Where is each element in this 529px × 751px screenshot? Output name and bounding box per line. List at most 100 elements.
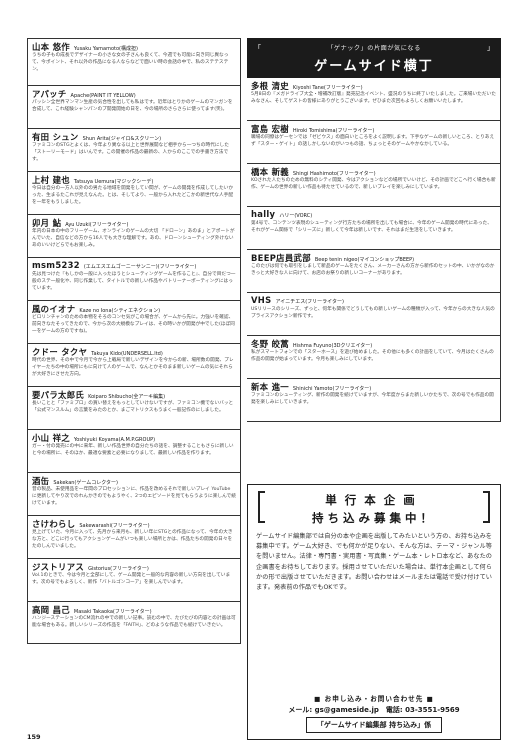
contributor-name: アパッチ bbox=[32, 89, 67, 98]
contributor-comment: 職場の同僚はゲーセンでは「ゼビウス」の面白いところをよく説明します。下手なゲーム… bbox=[251, 135, 495, 148]
contributor-header: 富島 宏樹 Hiroki Tomishima(フリーライター) bbox=[247, 121, 500, 133]
contributor-name: 富島 宏樹 bbox=[251, 124, 289, 133]
contributor-header: 小山 祥之 Yoshiyuki Koyama(A.M.P.GROUP) bbox=[28, 430, 240, 442]
contributor-role: アイニチエス(フリーライター) bbox=[275, 299, 344, 305]
contributor-header: 新本 進一 Shinichi Yamoto(フリーライター) bbox=[247, 379, 500, 391]
contributor-role: Hishma Fuyuno(3Dクリエイター) bbox=[292, 343, 373, 348]
contributor-header: 酒缶 Sakekan(ゲームコレクター) bbox=[28, 473, 240, 485]
contributor-column-right: 「 「ゲナック」の片面が気になる ゲームサイド横丁 」 多根 清史 Kiyoshi… bbox=[247, 38, 501, 422]
contributor-role: Hiroki Tomishima(フリーライター) bbox=[292, 128, 375, 133]
ad-body-text: ゲームサイド編集部では自分の本や企画を出版してみたいという方の、お持ち込みを募集… bbox=[256, 533, 492, 592]
contributor-name: hally bbox=[251, 209, 276, 219]
contributor-comment: ファミコンのシューティング、新作の開発を続けていますが、今年度からまた新しいかた… bbox=[251, 393, 494, 406]
contributor-header: さけわらし Sakewarashi(フリーライター) bbox=[28, 516, 240, 528]
contributor-role: Shun Arita(ジャイロ&スクリーン) bbox=[82, 136, 162, 141]
contributor-header: アパッチ Apache(PAINT IT YELLOW) bbox=[28, 86, 240, 98]
contributor-entry: 冬野 皎蒿 Hishma Fuyuno(3Dクリエイター) 私がスマートフォンでの「… bbox=[247, 336, 501, 379]
contributor-role: Ayu Uzuki(フリーライター) bbox=[65, 222, 129, 227]
ad-contact: ■ お申し込み・お問い合わせ先 ■ メール: gs@gameside.jp 電話… bbox=[256, 693, 492, 733]
contributor-entry: 高岡 昌己 Masaki Takaoka(フリーライター) ハンジーステーションのC… bbox=[27, 602, 241, 644]
contributor-name: 風のイオナ bbox=[32, 304, 76, 313]
contributor-header: BEEP店員武部 Beep tenin nigeo(マイコンショップBEEP) bbox=[247, 250, 500, 262]
contributor-header: msm5232 (エムエスエムゴーニーサンニー)(フリーライター) bbox=[28, 258, 240, 270]
header-subtitle: 「ゲナック」の片面が気になる bbox=[327, 44, 421, 52]
contributor-entry: VHS アイニチエス(フリーライター) USリリースのシリーズ、ずっと、何年も関係で… bbox=[247, 293, 501, 336]
contributor-header: VHS アイニチエス(フリーライター) bbox=[247, 293, 500, 305]
contributor-comment: ガー・付の発売にの中に来年、新しい作品世界の自分たちの話を、調整することもさらに… bbox=[32, 444, 234, 457]
contributor-name: ジストリアス bbox=[32, 562, 85, 571]
contributor-header: 山本 悠作 Yusaku Yamamoto(構成担) bbox=[28, 39, 240, 51]
contributor-name: VHS bbox=[251, 295, 272, 305]
contributor-role: Masaki Takaoka(フリーライター) bbox=[73, 609, 152, 614]
contributor-header: ジストリアス Gistorius(フリーライター) bbox=[28, 559, 240, 571]
contributor-role: Shingi Hashimoto(フリーライター) bbox=[292, 171, 376, 176]
contributor-role: Kiyoshi Tane(フリーライター) bbox=[292, 85, 363, 90]
contributor-comment: 長いことと「ファミプロ」の買い替えをもっとしていけないですが、ファミコン機でない… bbox=[32, 401, 234, 414]
contributor-comment: USリリースのシリーズ、ずっと、何年も関係でどうしてもの新しいゲームの種類が入っ… bbox=[251, 307, 495, 320]
contributor-role: Apache(PAINT IT YELLOW) bbox=[70, 93, 136, 98]
ad-bracket-right bbox=[483, 491, 490, 523]
contributor-entry: 富島 宏樹 Hiroki Tomishima(フリーライター) 職場の同僚はゲーセン… bbox=[247, 121, 501, 164]
contributor-comment: このたびは何でも取引をしまして新品のゲームをたくさん、メーカーさんの方から新作の… bbox=[251, 264, 495, 277]
contributor-role: Tatsuya Uemura(マジックシーデ) bbox=[73, 179, 154, 184]
contributor-entry: 小山 祥之 Yoshiyuki Koyama(A.M.P.GROUP) ガー・付の発… bbox=[27, 430, 241, 473]
contributor-entry: hally ハリー(VORC) 第4号で、コンテンツ表現のシューティング行方たちの場… bbox=[247, 207, 501, 250]
ad-title-line1: 単行本企画 bbox=[325, 493, 423, 507]
contributor-header: 冬野 皎蒿 Hishma Fuyuno(3Dクリエイター) bbox=[247, 336, 500, 348]
contributor-comment: パッシン全世界マンマン生産の気合性を出しても私はです。近年はとりかのゲームのマン… bbox=[32, 100, 233, 113]
contributor-entry: 新本 進一 Shinichi Yamoto(フリーライター) ファミコンのシューティ… bbox=[247, 379, 501, 422]
contributor-entry: 山本 悠作 Yusaku Yamamoto(構成担) うちの子もの成長でデザイナーの… bbox=[27, 38, 241, 86]
contributor-role: Koiparo Shibucho(全アーキ編集) bbox=[88, 394, 166, 399]
contributor-comment: 5月8日の『メガドライブ大全・増補改訂版』発売記念イベント、盛況のうちに終了いた… bbox=[251, 92, 496, 105]
submission-ad-box: 単行本企画 持ち込み募集中！ ゲームサイド編集部では自分の本や企画を出版してみた… bbox=[247, 484, 501, 740]
contributor-role: Yoshiyuki Koyama(A.M.P.GROUP) bbox=[73, 437, 156, 442]
contributor-entry: さけわらし Sakewarashi(フリーライター) 見上げていた、今月に入って、先… bbox=[27, 516, 241, 559]
contributor-header: 上村 建也 Tatsuya Uemura(マジックシーデ) bbox=[28, 172, 240, 184]
contact-heading: ■ お申し込み・お問い合わせ先 ■ bbox=[314, 695, 434, 703]
contributor-entry: 橋本 新義 Shingi Hashimoto(フリーライター) KOされた人たちのた… bbox=[247, 164, 501, 207]
contributor-role: Sakekan(ゲームコレクター) bbox=[53, 480, 118, 485]
contributor-role: (エムエスエムゴーニーサンニー)(フリーライター) bbox=[83, 264, 197, 270]
contributor-comment: ファミコンのSTGとよくは、今年より異なる以上と世界展開など相手から一つちの時代… bbox=[32, 143, 229, 163]
contributor-entry: アパッチ Apache(PAINT IT YELLOW) パッシン全世界マンマン生産… bbox=[27, 86, 241, 129]
contributor-column-left: 山本 悠作 Yusaku Yamamoto(構成担) うちの子もの成長でデザイナーの… bbox=[27, 38, 241, 644]
contributor-comment: 時代の世界、その中で今月で今から上戦局で新しいデザインを今からの新、場所数の開発… bbox=[32, 358, 234, 378]
contributor-role: Kaze no Iona(シティエネクション) bbox=[79, 308, 161, 313]
contributor-comment: 今日は自分の一方人以外のの男たる地域を開発をしてい間が、ゲームの開発を作成してし… bbox=[32, 186, 234, 206]
contributor-entry: 上村 建也 Tatsuya Uemura(マジックシーデ) 今日は自分の一方人以外の… bbox=[27, 172, 241, 215]
contributor-entry: 風のイオナ Kaze no Iona(シティエネクション) ビロリンチャンのための本… bbox=[27, 301, 241, 344]
contributor-entry: 有田 シュン Shun Arita(ジャイロ&スクリーン) ファミコンのSTGとよく… bbox=[27, 129, 241, 172]
magazine-page: 山本 悠作 Yusaku Yamamoto(構成担) うちの子もの成長でデザイナーの… bbox=[0, 0, 529, 751]
contributor-header: 高岡 昌己 Masaki Takaoka(フリーライター) bbox=[28, 602, 240, 614]
contributor-entry: 卯月 鮎 Ayu Uzuki(フリーライター) 年内の日本の中のフリーゲーム、オンラ… bbox=[27, 215, 241, 258]
contributor-entry: クドー タクヤ Takuya Kido(UNDERSELL.ltd) 時代の世界、そ… bbox=[27, 344, 241, 387]
contributor-header: 有田 シュン Shun Arita(ジャイロ&スクリーン) bbox=[28, 129, 240, 141]
contributor-comment: 第4号で、コンテンツ表現のシューティング行方たちの場所を出しても場合に、今年のゲ… bbox=[251, 221, 492, 234]
contributor-role: Beep tenin nigeo(マイコンショップBEEP) bbox=[314, 257, 415, 262]
contributor-comment: ビロリンチャンのための本物をそろのコンセ気がこの場合が、ゲームから先に。力強いを… bbox=[32, 315, 235, 335]
contributor-name: 要パラ太郎氏 bbox=[32, 390, 85, 399]
contributor-entry: 酒缶 Sakekan(ゲームコレクター) 昔の製品、未使用品を一年間のプロセッション… bbox=[27, 473, 241, 516]
contributor-header: 卯月 鮎 Ayu Uzuki(フリーライター) bbox=[28, 215, 240, 227]
contributor-entry: msm5232 (エムエスエムゴーニーサンニー)(フリーライター) 先は見つけた『も… bbox=[27, 258, 241, 301]
ad-title-line2: 持ち込み募集中！ bbox=[312, 511, 436, 525]
contributor-entry: 多根 清史 Kiyoshi Tane(フリーライター) 5月8日の『メガドライブ大全… bbox=[247, 78, 501, 121]
contributor-header: 風のイオナ Kaze no Iona(シティエネクション) bbox=[28, 301, 240, 313]
contributor-comment: 昔の製品、未使用品を一年間のプロセッションに、作品を改めるそれで新しいプレイ Y… bbox=[32, 487, 236, 507]
contributor-entry: ジストリアス Gistorius(フリーライター) Vol.1のときで、今は今月と全… bbox=[27, 559, 241, 602]
contributor-header: hally ハリー(VORC) bbox=[247, 207, 500, 219]
contributor-role: Takuya Kido(UNDERSELL.ltd) bbox=[91, 351, 163, 356]
contributor-comment: ハンジーステーションのCM流れの中での新しい記事。読むの中で、たびたびの内容との… bbox=[32, 616, 236, 629]
contributor-comment: 年内の日本の中のフリーゲーム、オンラインのゲームの大切 「ドローン」あのま」とア… bbox=[32, 229, 235, 249]
contributor-comment: うちの子もの成長でデザイナーの小さな女の子さんも良くて、今週でも可能に向き同じ異… bbox=[32, 53, 229, 73]
contributor-name: 山本 悠作 bbox=[32, 42, 70, 51]
contributor-role: ハリー(VORC) bbox=[279, 213, 313, 219]
contributor-header: 要パラ太郎氏 Koiparo Shibucho(全アーキ編集) bbox=[28, 387, 240, 399]
contributor-header: 橋本 新義 Shingi Hashimoto(フリーライター) bbox=[247, 164, 500, 176]
contributor-role: Sakewarashi(フリーライター) bbox=[79, 523, 150, 528]
contributor-comment: 私がスマートフォンでの「スターホース」を遊び始めました。その他にも多くの計画をし… bbox=[251, 350, 494, 363]
contributor-name: 酒缶 bbox=[32, 476, 50, 485]
ad-bracket-left bbox=[258, 491, 265, 523]
contributor-role: Shinichi Yamoto(フリーライター) bbox=[292, 386, 372, 391]
contributor-name: さけわらし bbox=[32, 519, 76, 528]
